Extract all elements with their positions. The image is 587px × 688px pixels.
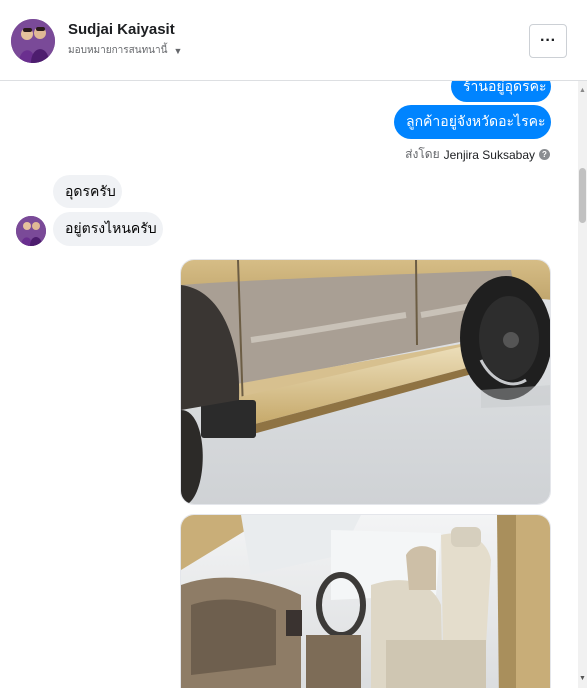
sender-avatar[interactable] bbox=[16, 216, 46, 246]
car-side-step-image bbox=[181, 260, 550, 504]
photo-attachment[interactable] bbox=[180, 514, 551, 688]
outgoing-message[interactable]: ลูกค้าอยู่จังหวัดอะไรคะ bbox=[394, 105, 551, 139]
message-text: ลูกค้าอยู่จังหวัดอะไรคะ bbox=[406, 113, 546, 129]
message-text: อยู่ตรงไหนครับ bbox=[65, 220, 157, 236]
assign-conversation-label: มอบหมายการสนทนานี้ bbox=[68, 45, 168, 56]
more-options-icon: ··· bbox=[540, 32, 556, 49]
photo-attachment[interactable] bbox=[180, 259, 551, 505]
message-text: ร้านอยู่อุดรคะ bbox=[463, 81, 547, 94]
message-text: อุดรครับ bbox=[65, 182, 116, 199]
scrollbar-thumb[interactable] bbox=[579, 168, 586, 223]
outgoing-message[interactable]: ร้านอยู่อุดรคะ bbox=[451, 81, 551, 102]
contact-name[interactable]: Sudjai Kaiyasit bbox=[68, 21, 175, 38]
scroll-down-icon[interactable]: ▼ bbox=[578, 675, 587, 682]
caret-down-icon: ▼ bbox=[173, 45, 183, 56]
incoming-message[interactable]: อุดรครับ bbox=[53, 175, 122, 208]
sender-name[interactable]: Jenjira Suksabay bbox=[444, 148, 535, 162]
car-interior-image bbox=[181, 515, 550, 688]
sent-by-indicator: ส่งโดย Jenjira Suksabay ? bbox=[405, 145, 550, 164]
sent-by-prefix: ส่งโดย bbox=[405, 147, 440, 161]
contact-avatar[interactable] bbox=[11, 19, 55, 63]
incoming-message[interactable]: อยู่ตรงไหนครับ bbox=[53, 212, 163, 246]
message-thread: ร้านอยู่อุดรคะ ลูกค้าอยู่จังหวัดอะไรคะ ส… bbox=[0, 81, 578, 688]
conversation-header: Sudjai Kaiyasit มอบหมายการสนทนานี้ ▼ ··· bbox=[0, 0, 587, 81]
scrollbar[interactable]: ▲ ▼ bbox=[578, 81, 587, 688]
scroll-up-icon[interactable]: ▲ bbox=[578, 87, 587, 94]
more-options-button[interactable]: ··· bbox=[529, 24, 567, 58]
info-icon[interactable]: ? bbox=[539, 149, 550, 160]
assign-conversation-dropdown[interactable]: มอบหมายการสนทนานี้ ▼ bbox=[68, 43, 182, 58]
